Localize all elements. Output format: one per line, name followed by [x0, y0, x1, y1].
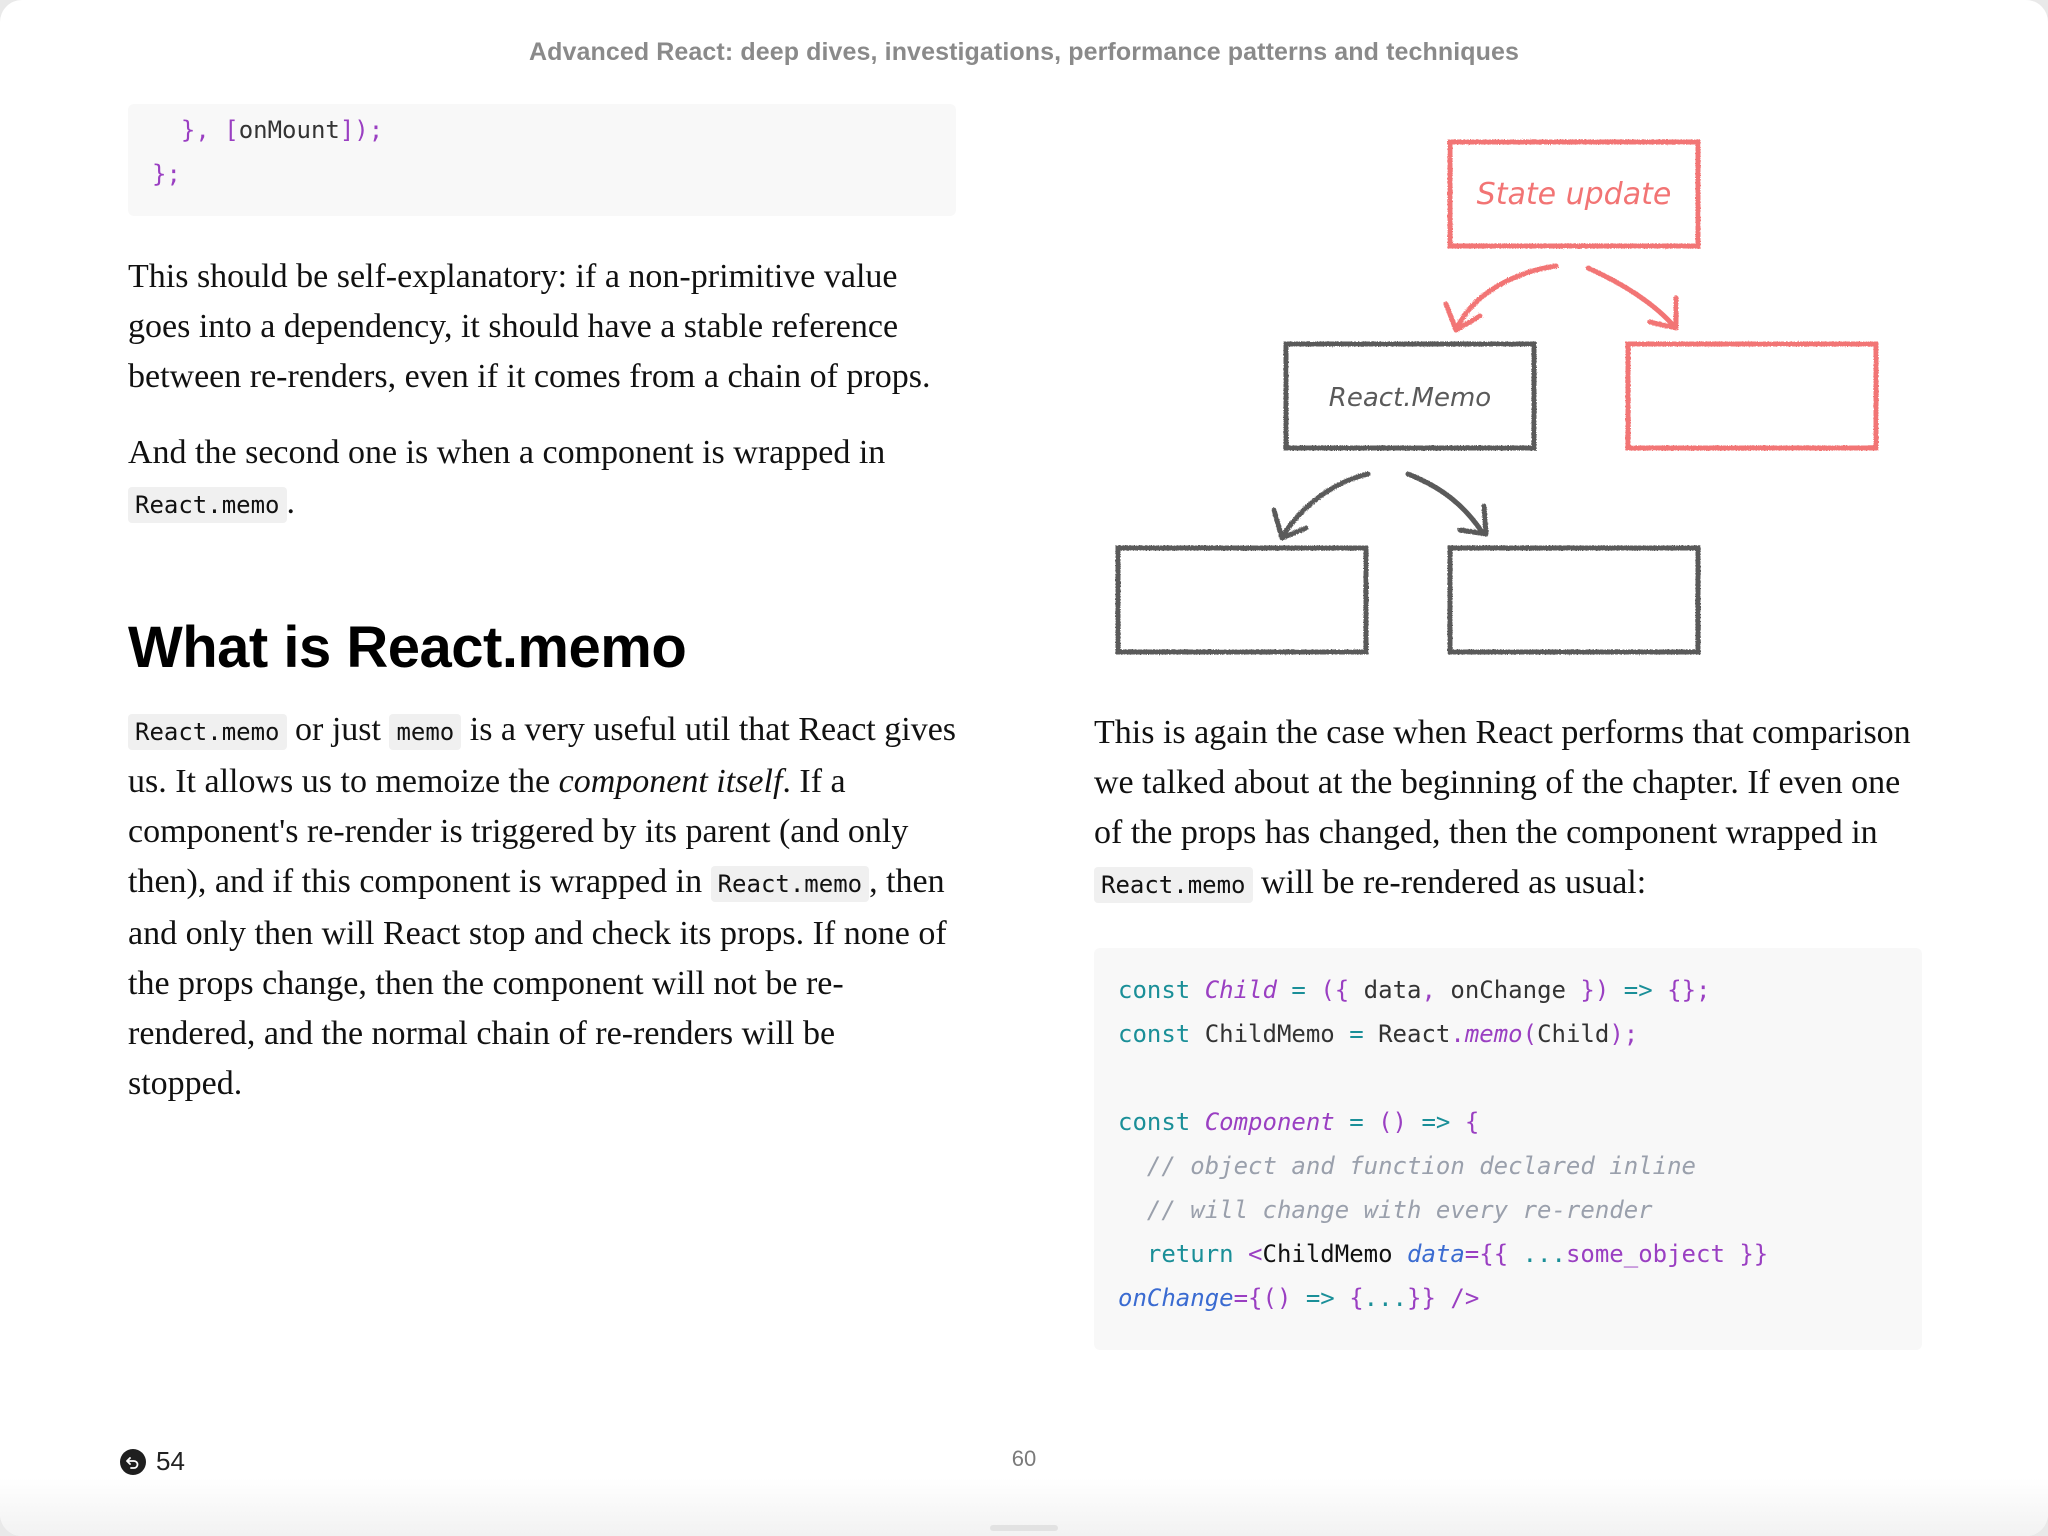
code-token: =>: [1305, 1284, 1350, 1312]
diagram-svg: State update React.Memo: [1115, 139, 1879, 655]
paragraph-comparison: This is again the case when React perfor…: [1094, 708, 1922, 910]
code-token: memo: [1464, 1020, 1523, 1048]
code-token: };: [152, 160, 181, 188]
code-line: // will change with every re-render: [1118, 1188, 1898, 1232]
arrow-left-red: [1455, 263, 1559, 329]
left-page: }, [onMount]);}; This should be self-exp…: [128, 104, 956, 1109]
paragraph-text: This is again the case when React perfor…: [1094, 714, 1911, 851]
code-line: };: [152, 152, 956, 196]
state-update-label: State update: [1477, 177, 1672, 212]
code-token: Child: [1204, 976, 1277, 1004]
code-token: }}: [1739, 1240, 1769, 1268]
unmemoized-child-box: [1625, 341, 1879, 451]
code-token: data: [1363, 976, 1422, 1004]
code-token: ...: [1363, 1284, 1408, 1312]
inline-code: React.memo: [710, 866, 870, 902]
react-memo-diagram: State update React.Memo: [1094, 104, 1922, 664]
paragraph-text: will be re-rendered as usual:: [1252, 864, 1647, 901]
code-token: =: [1334, 1108, 1379, 1136]
code-token: (): [1378, 1108, 1422, 1136]
code-block-top: }, [onMount]);};: [128, 104, 956, 216]
code-token: some_object: [1565, 1240, 1740, 1268]
code-token: // will change with every re-render: [1118, 1196, 1653, 1224]
code-token: =: [1349, 1020, 1379, 1048]
emphasis-text: component itself: [558, 763, 783, 800]
code-block-child-memo: const Child = ({ data, onChange }) => {}…: [1094, 948, 1922, 1350]
code-token: ]);: [339, 116, 384, 144]
code-token: }} />: [1407, 1284, 1480, 1312]
code-line: const Component = () => {: [1118, 1100, 1898, 1144]
arrow-right-gray: [1405, 471, 1485, 535]
inline-code: React.memo: [1094, 867, 1253, 903]
current-page-number: 60: [1011, 1446, 1037, 1471]
paragraph-what-is-memo: React.memo or just memo is a very useful…: [128, 705, 956, 1109]
code-line: onChange={() => {...}} />: [1118, 1276, 1898, 1320]
home-indicator: [990, 1525, 1058, 1531]
code-line: const Child = ({ data, onChange }) => {}…: [1118, 968, 1898, 1012]
code-token: {: [1464, 1108, 1480, 1136]
arrow-left-gray: [1281, 471, 1371, 537]
code-token: ChildMemo: [1204, 1020, 1350, 1048]
code-token: React: [1378, 1020, 1451, 1048]
code-token: {: [1349, 1284, 1364, 1312]
code-token: ChildMemo: [1262, 1240, 1407, 1268]
code-token: ({: [1320, 976, 1364, 1004]
code-token: (: [1522, 1020, 1538, 1048]
code-token: ,: [1421, 976, 1451, 1004]
code-token: onChange: [1118, 1284, 1234, 1312]
paragraph-text: or just: [286, 711, 390, 748]
code-token: {};: [1667, 976, 1711, 1004]
code-token: ...: [1522, 1240, 1566, 1268]
code-line: // object and function declared inline: [1118, 1144, 1898, 1188]
paragraph-text: .: [286, 484, 296, 521]
code-token: const: [1118, 1108, 1205, 1136]
react-memo-label: React.Memo: [1329, 383, 1491, 413]
code-line: }, [onMount]);: [152, 108, 956, 152]
code-token: <: [1248, 1240, 1263, 1268]
code-token: Child: [1537, 1020, 1610, 1048]
child-box-right: [1447, 545, 1701, 655]
paragraph-text: And the second one is when a component i…: [128, 434, 886, 471]
code-token: .: [1450, 1020, 1465, 1048]
code-token: const: [1118, 976, 1205, 1004]
code-token: =>: [1623, 976, 1668, 1004]
code-token: const: [1118, 1020, 1205, 1048]
code-token: }): [1580, 976, 1624, 1004]
book-reader-window: Advanced React: deep dives, investigatio…: [0, 0, 2048, 1536]
code-token: onChange: [1450, 976, 1581, 1004]
code-token: =>: [1421, 1108, 1465, 1136]
paragraph-self-explanatory: This should be self-explanatory: if a no…: [128, 258, 931, 395]
code-token: return: [1118, 1240, 1249, 1268]
right-page: State update React.Memo This is again th…: [1094, 104, 1922, 1350]
book-title: Advanced React: deep dives, investigatio…: [528, 38, 1520, 66]
code-token: data: [1407, 1240, 1465, 1268]
code-token: }, [: [180, 116, 239, 144]
code-line: return <ChildMemo data={{ ...some_object…: [1118, 1232, 1898, 1276]
section-heading: What is React.memo: [128, 615, 687, 680]
code-token: =: [1276, 976, 1321, 1004]
code-token: ={(): [1233, 1284, 1306, 1312]
inline-code: memo: [389, 714, 462, 750]
inline-code: React.memo: [128, 714, 287, 750]
arrow-right-red: [1585, 265, 1675, 327]
code-token: // object and function declared inline: [1118, 1152, 1696, 1180]
code-line: const ChildMemo = React.memo(Child);: [1118, 1012, 1898, 1056]
child-box-left: [1115, 545, 1369, 655]
paragraph-second-case: And the second one is when a component i…: [128, 428, 956, 530]
code-token: ={{: [1464, 1240, 1523, 1268]
code-token: onMount: [238, 116, 340, 144]
inline-code: React.memo: [128, 487, 287, 523]
code-token: );: [1609, 1020, 1639, 1048]
code-token: Component: [1204, 1108, 1335, 1136]
